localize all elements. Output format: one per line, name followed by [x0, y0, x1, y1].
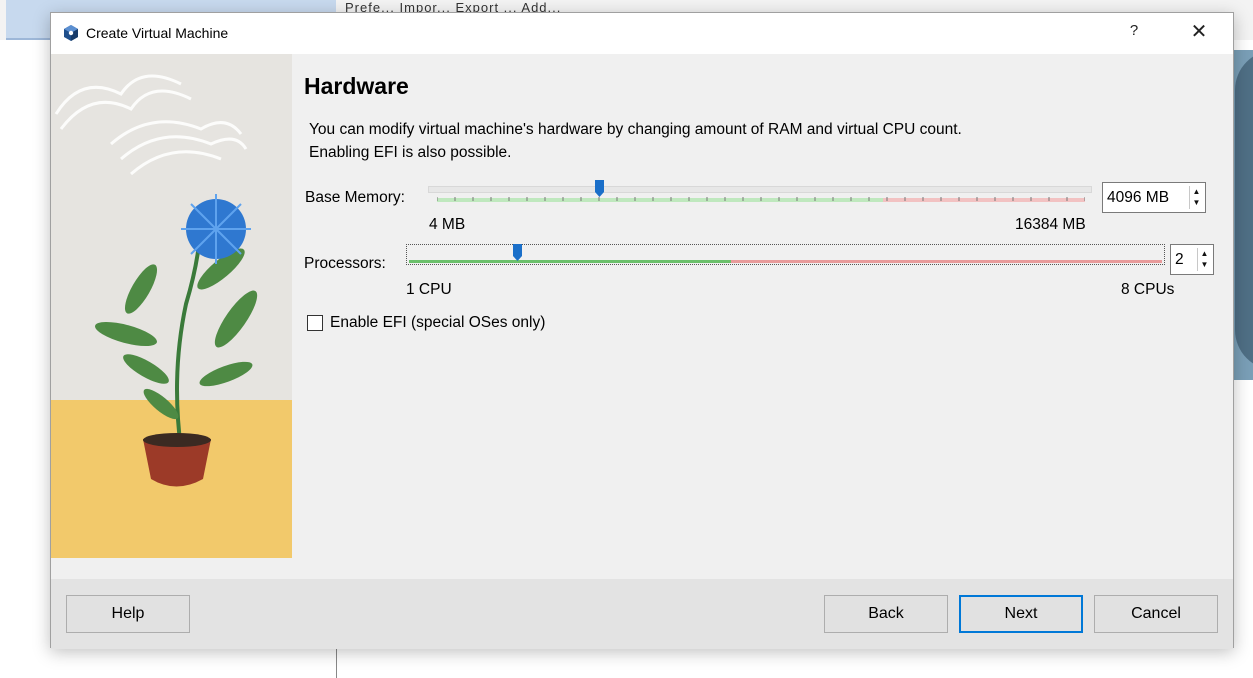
base-memory-slider-thumb[interactable]: [594, 180, 604, 197]
base-memory-spinbox[interactable]: 4096 MB ▲ ▼: [1102, 182, 1206, 213]
base-memory-slider-track[interactable]: [428, 186, 1092, 193]
base-memory-label: Base Memory:: [305, 189, 405, 206]
dialog-title: Create Virtual Machine: [86, 25, 229, 41]
background-preview: [1233, 50, 1253, 380]
enable-efi-checkbox[interactable]: [307, 315, 323, 331]
close-icon[interactable]: ✕: [1184, 19, 1214, 45]
help-button[interactable]: Help: [66, 595, 190, 633]
cpu-min-label: 1 CPU: [406, 281, 452, 298]
memory-ticks: [437, 197, 1085, 201]
cpu-excess-range: [731, 260, 1162, 263]
description-line-1: You can modify virtual machine's hardwar…: [309, 121, 962, 138]
processors-value: 2: [1175, 251, 1184, 268]
flower-pot-illustration: [54, 74, 258, 487]
description-line-2: Enabling EFI is also possible.: [309, 144, 512, 161]
processors-slider-thumb[interactable]: [512, 244, 522, 261]
memory-max-label: 16384 MB: [1015, 216, 1086, 233]
help-title-button[interactable]: ?: [1124, 22, 1144, 39]
processors-label: Processors:: [304, 255, 386, 272]
base-memory-value: 4096 MB: [1107, 189, 1170, 206]
spin-down-icon[interactable]: ▼: [1198, 259, 1211, 270]
spin-down-icon[interactable]: ▼: [1190, 197, 1203, 208]
memory-spin-buttons[interactable]: ▲ ▼: [1189, 186, 1203, 209]
memory-min-label: 4 MB: [429, 216, 466, 233]
enable-efi-label[interactable]: Enable EFI (special OSes only): [330, 314, 545, 332]
cancel-button[interactable]: Cancel: [1094, 595, 1218, 633]
back-button[interactable]: Back: [824, 595, 948, 633]
page-heading: Hardware: [304, 73, 409, 99]
cpu-recommended-range: [409, 260, 731, 263]
cpu-spin-buttons[interactable]: ▲ ▼: [1197, 248, 1211, 271]
title-bar: Create Virtual Machine ? ✕: [51, 13, 1233, 54]
create-vm-dialog: Create Virtual Machine ? ✕ Hardware You …: [50, 12, 1234, 649]
next-button[interactable]: Next: [959, 595, 1083, 633]
background-divider: [336, 646, 337, 678]
cpu-max-label: 8 CPUs: [1121, 281, 1175, 298]
virtualbox-logo-icon: [64, 25, 78, 41]
wizard-illustration: [51, 54, 292, 558]
processors-spinbox[interactable]: 2 ▲ ▼: [1170, 244, 1214, 275]
page-description: You can modify virtual machine's hardwar…: [309, 118, 1169, 164]
spin-up-icon[interactable]: ▲: [1190, 186, 1203, 197]
spin-up-icon[interactable]: ▲: [1198, 248, 1211, 259]
